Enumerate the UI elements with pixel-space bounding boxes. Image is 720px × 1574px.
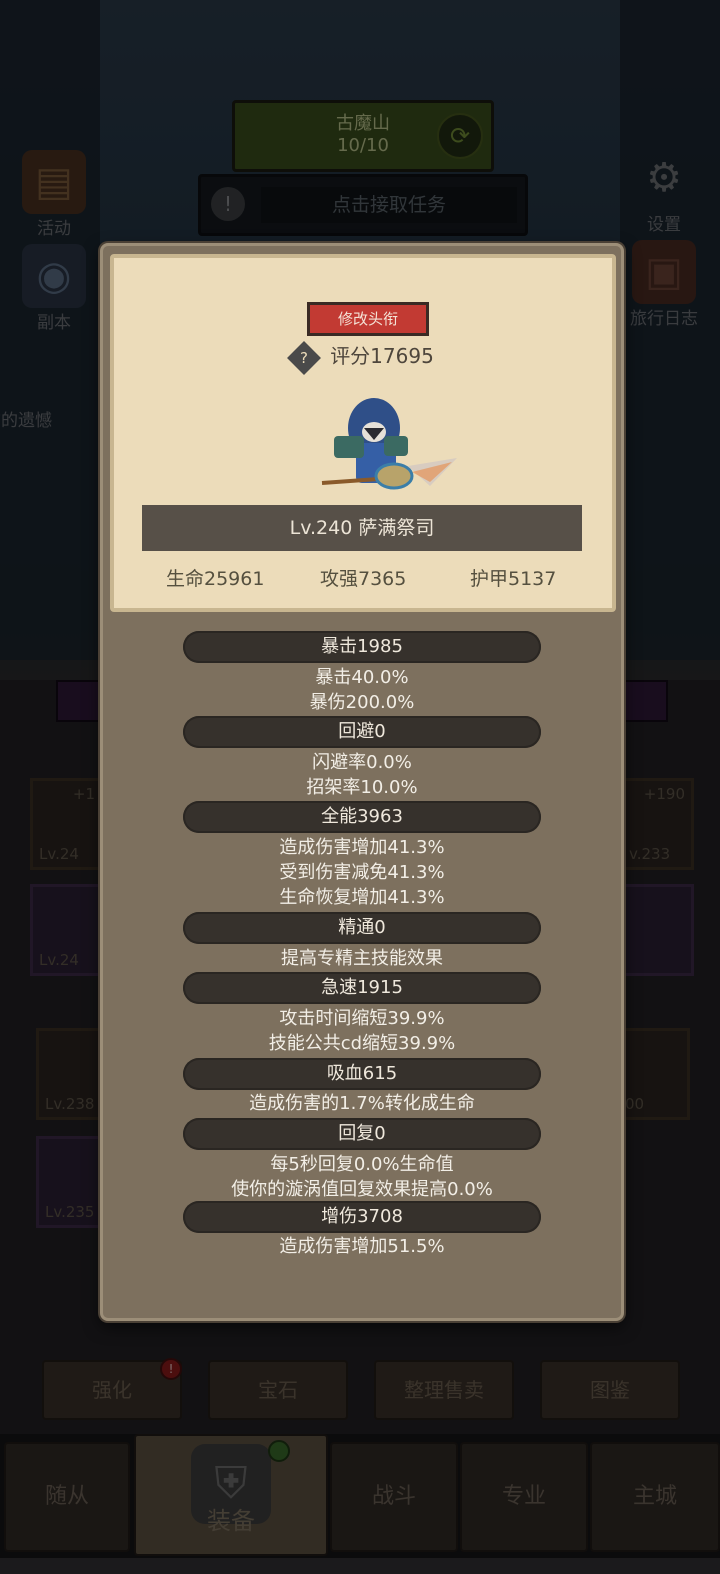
help-icon[interactable]: ?	[287, 340, 322, 375]
attr-line: 提高专精主技能效果	[281, 948, 443, 969]
attr-line: 暴伤200.0%	[309, 692, 415, 713]
armor-stat: 护甲5137	[470, 568, 557, 590]
character-stats-popup: 修改头衔 ? 评分17695 Lv.240 萨满祭司 生命25961 攻强7365…	[100, 243, 624, 1321]
attr-line: 闪避率0.0%	[312, 752, 412, 773]
attack-stat: 攻强7365	[320, 568, 407, 590]
attr-line: 使你的漩涡值回复效果提高0.0%	[231, 1179, 493, 1200]
attr-header-dodge: 回避0	[183, 716, 541, 748]
attr-line: 每5秒回复0.0%生命值	[270, 1154, 454, 1175]
attr-line: 暴击40.0%	[315, 667, 409, 688]
attr-line: 招架率10.0%	[306, 777, 418, 798]
attr-header-crit: 暴击1985	[183, 631, 541, 663]
rename-title-button[interactable]: 修改头衔	[307, 302, 429, 336]
score-row: ? 评分17695	[114, 340, 612, 375]
attr-header-regen: 回复0	[183, 1118, 541, 1150]
attr-line: 攻击时间缩短39.9%	[279, 1008, 445, 1029]
attr-line: 造成伤害增加51.5%	[279, 1236, 445, 1257]
attr-header-versatility: 全能3963	[183, 801, 541, 833]
attr-line: 造成伤害的1.7%转化成生命	[249, 1093, 475, 1114]
hp-stat: 生命25961	[166, 568, 265, 590]
attr-line: 生命恢复增加41.3%	[279, 887, 445, 908]
character-sprite	[321, 398, 457, 490]
attr-header-damage-bonus: 增伤3708	[183, 1201, 541, 1233]
attr-header-lifesteal: 吸血615	[183, 1058, 541, 1090]
attr-header-mastery: 精通0	[183, 912, 541, 944]
hero-name-band: Lv.240 萨满祭司	[142, 505, 582, 551]
attr-line: 受到伤害减免41.3%	[279, 862, 445, 883]
attr-header-haste: 急速1915	[183, 972, 541, 1004]
attr-line: 造成伤害增加41.3%	[279, 837, 445, 858]
attr-line: 技能公共cd缩短39.9%	[268, 1033, 456, 1054]
character-card: 修改头衔 ? 评分17695 Lv.240 萨满祭司 生命25961 攻强7365…	[110, 254, 616, 612]
score-text: 评分17695	[330, 344, 434, 368]
